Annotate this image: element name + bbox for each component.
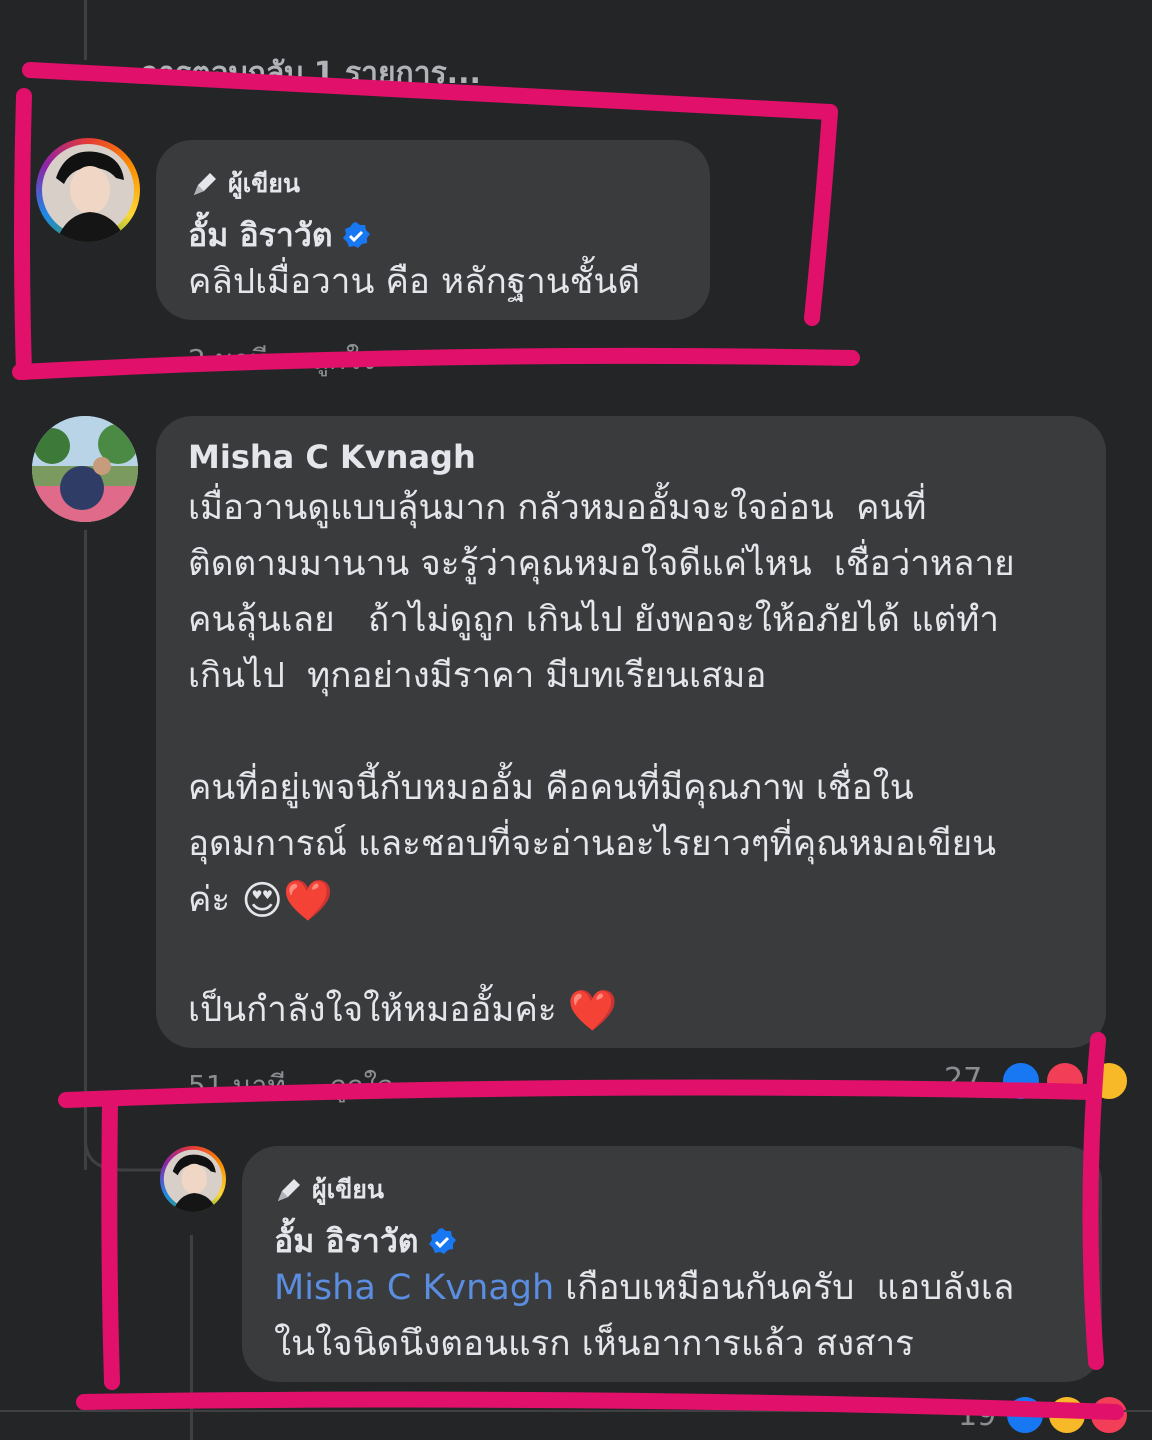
bottom-divider <box>0 1410 1152 1412</box>
comment-paragraph: เป็นกำลังใจให้หมออั้มค่ะ ❤️ <box>188 982 618 1039</box>
annotation-stroke <box>804 104 838 326</box>
view-replies-link[interactable]: การตอบกลับ 1 รายการ... <box>140 50 481 97</box>
love-reaction-icon[interactable] <box>1044 1060 1086 1102</box>
like-reaction-icon[interactable] <box>1000 1060 1042 1102</box>
comment-time[interactable]: 2 นาที <box>188 343 268 376</box>
comment-paragraph-text: เป็นกำลังใจให้หมออั้มค่ะ <box>188 990 557 1030</box>
comment-bubble-author[interactable]: ผู้เขียน อั้ม อิราวัต คลิปเมื่อวาน คือ ห… <box>156 140 710 320</box>
like-link[interactable]: ถูกใจ <box>312 343 376 376</box>
comment-bubble[interactable]: Misha C Kvnagh เมื่อวานดูแบบลุ้นมาก กลัว… <box>156 416 1106 1048</box>
comment-paragraph: คนที่อยู่เพจนี้กับหมออั้ม คือคนที่มีคุณภ… <box>188 760 996 929</box>
haha-reaction-icon[interactable] <box>1088 1060 1130 1102</box>
author-badge-label: ผู้เขียน <box>228 169 301 198</box>
comment-meta: 2 นาที ถูกใจ <box>188 338 420 382</box>
annotation-stroke <box>12 347 860 380</box>
love-reaction-icon[interactable] <box>1088 1394 1130 1436</box>
avatar[interactable] <box>32 416 138 522</box>
mention-link[interactable]: Misha C Kvnagh <box>274 1268 554 1308</box>
like-link[interactable]: ถูกใจ <box>330 1069 394 1102</box>
author-badge: ผู้เขียน <box>274 1170 384 1210</box>
comment-time[interactable]: 51 นาที <box>188 1069 286 1102</box>
commenter-name[interactable]: Misha C Kvnagh <box>188 438 476 476</box>
haha-reaction-icon[interactable] <box>1046 1394 1088 1436</box>
verified-badge-icon <box>428 1227 456 1254</box>
pen-icon <box>278 1179 300 1201</box>
verified-badge-icon <box>342 221 370 248</box>
comment-bubble-author[interactable]: ผู้เขียน อั้ม อิราวัต Misha C Kvnagh เกื… <box>242 1146 1102 1382</box>
author-badge: ผู้เขียน <box>190 164 300 204</box>
thread-line-top <box>84 0 87 60</box>
avatar[interactable] <box>160 1146 226 1212</box>
like-reaction-icon[interactable] <box>1004 1394 1046 1436</box>
thread-connector <box>84 1120 162 1172</box>
comment-text: Misha C Kvnagh เกือบเหมือนกันครับ แอบลัง… <box>274 1260 1014 1372</box>
comment-text: คลิปเมื่อวาน คือ หลักฐานชั้นดี <box>188 262 641 302</box>
emoji: 😍❤️ <box>241 878 333 924</box>
reaction-count[interactable]: 27 <box>944 1062 982 1097</box>
avatar[interactable] <box>36 138 140 242</box>
annotation-stroke <box>14 88 32 380</box>
thread-line-main <box>84 530 87 1170</box>
comment-paragraph: เมื่อวานดูแบบลุ้นมาก กลัวหมออั้มจะใจอ่อน… <box>188 488 1015 696</box>
author-badge-label: ผู้เขียน <box>312 1175 385 1204</box>
comment-meta: 51 นาที ถูกใจ <box>188 1064 438 1108</box>
reaction-count[interactable]: 19 <box>958 1398 996 1433</box>
emoji: ❤️ <box>567 988 618 1034</box>
pen-icon <box>194 173 216 195</box>
